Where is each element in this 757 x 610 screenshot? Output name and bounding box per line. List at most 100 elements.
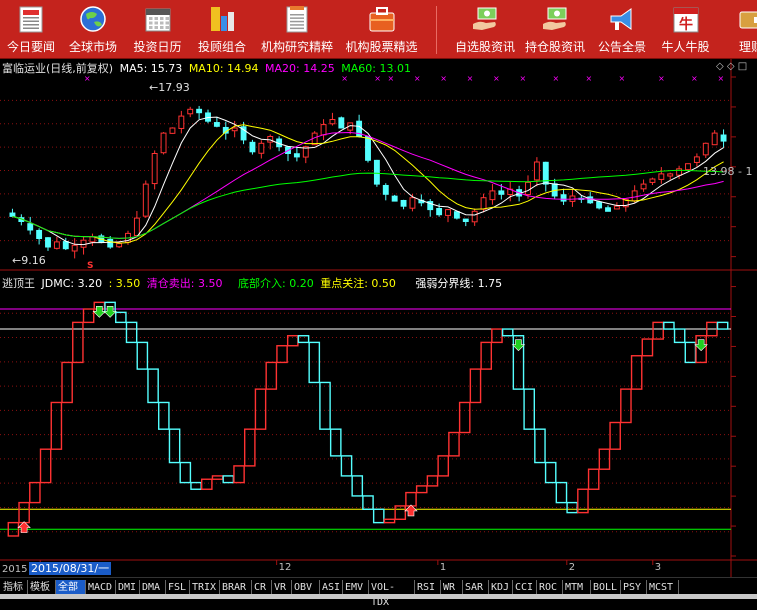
cross-marker: × xyxy=(440,74,447,83)
indicator-tab-obv[interactable]: OBV xyxy=(292,580,320,595)
kline-chart-area[interactable]: ××××××××××××××× 1121234 xyxy=(0,59,757,577)
price-candle xyxy=(160,132,167,155)
toolbar-button-label: 机构股票精选 xyxy=(345,40,418,54)
month-tick-label: 2 xyxy=(569,562,575,573)
newspaper-icon xyxy=(19,6,43,33)
indicator-tab-wr[interactable]: WR xyxy=(441,580,463,595)
briefcase-icon xyxy=(369,7,394,32)
ma60-label: MA60: 13.01 xyxy=(341,62,411,75)
price-candle xyxy=(169,127,176,134)
globe-icon xyxy=(80,6,106,32)
right-price-label: 13.98 - 1 xyxy=(703,165,753,178)
toolbar-button-2[interactable]: 全球市场 xyxy=(62,0,124,58)
indicator-tab-trix[interactable]: TRIX xyxy=(190,580,220,595)
toolbar-button-label: 投顾组合 xyxy=(197,40,246,54)
status-bar xyxy=(0,594,757,599)
indicator-tab-mcst[interactable]: MCST xyxy=(647,580,679,595)
toolbar-button-5[interactable]: 机构研究精粹 xyxy=(253,0,341,58)
price-candle xyxy=(391,194,398,202)
year-label: 2015 xyxy=(2,564,28,575)
stock-info-line: 富临运业(日线,前复权) MA5: 15.73 MA10: 14.94 MA20… xyxy=(2,62,411,75)
toolbar-button-label: 公告全景 xyxy=(597,40,646,54)
indicator-info-line: 逃顶王 JDMC: 3.20 : 3.50 清仓卖出: 3.50 底部介入: 0… xyxy=(2,277,502,290)
indicator-tab-roc[interactable]: ROC xyxy=(537,580,563,595)
cross-marker: × xyxy=(341,74,348,83)
megaphone-icon xyxy=(610,8,632,30)
toolbar-button-8[interactable]: 持仓股资讯 xyxy=(520,0,590,58)
month-tick-label: 12 xyxy=(279,562,292,573)
indicator-tab-emv[interactable]: EMV xyxy=(343,580,369,595)
month-tick-label: 1 xyxy=(440,562,446,573)
indicator-tab-sar[interactable]: SAR xyxy=(463,580,489,595)
indicator-tab-rsi[interactable]: RSI xyxy=(415,580,441,595)
signal-mark-label: S xyxy=(87,261,94,271)
toolbar-button-11[interactable]: 理财 xyxy=(717,0,757,58)
cross-marker: × xyxy=(691,74,698,83)
shrink-icon[interactable]: ◇ xyxy=(727,61,735,72)
expand-icon[interactable]: ◇ xyxy=(716,61,724,72)
indicator-tab-[interactable]: 模板 xyxy=(28,580,56,595)
toolbar-button-9[interactable]: 公告全景 xyxy=(590,0,654,58)
indicator-tab-kdj[interactable]: KDJ xyxy=(489,580,513,595)
calendar-icon xyxy=(145,8,170,32)
cross-marker: × xyxy=(84,74,91,83)
toolbar-button-7[interactable]: 自选股资讯 xyxy=(450,0,520,58)
cross-marker: × xyxy=(387,74,394,83)
money-hand-icon xyxy=(543,7,567,30)
indicator-tab-[interactable]: 指标 xyxy=(1,580,28,595)
toolbar-button-label: 理财 xyxy=(738,40,757,54)
indicator-tab-brar[interactable]: BRAR xyxy=(220,580,252,595)
indicator-tab-cr[interactable]: CR xyxy=(252,580,272,595)
indicator-tab-voltdx[interactable]: VOL-TDX xyxy=(369,580,415,608)
indicator-tab-dmi[interactable]: DMI xyxy=(116,580,140,595)
wallet-icon xyxy=(739,11,757,29)
toolbar-button-6[interactable]: 机构股票精选 xyxy=(341,0,422,58)
report-icon xyxy=(286,6,308,33)
bull-calendar-icon: 牛 xyxy=(673,7,698,33)
indicator-tab-psy[interactable]: PSY xyxy=(621,580,647,595)
toolbar-button-10[interactable]: 牛牛人牛股 xyxy=(654,0,717,58)
price-candle xyxy=(453,211,460,220)
indicator-tab-asi[interactable]: ASI xyxy=(320,580,343,595)
focus-label: 重点关注: 0.50 xyxy=(320,277,396,290)
bar-chart-icon xyxy=(211,7,234,31)
toolbar-button-4[interactable]: 投顾组合 xyxy=(191,0,253,58)
cross-marker: × xyxy=(493,74,500,83)
price-candle xyxy=(151,150,158,190)
stock-name: 富临运业(日线,前复权) xyxy=(2,62,114,75)
cross-marker: × xyxy=(618,74,625,83)
price-candle xyxy=(142,180,149,218)
money-hand-icon xyxy=(473,7,497,30)
cursor-date-label: 2015/08/31/一 xyxy=(29,562,112,575)
toolbar-button-1[interactable]: 今日要闻 xyxy=(0,0,62,58)
cross-marker: × xyxy=(374,74,381,83)
var-label: : 3.50 xyxy=(108,277,141,290)
indicator-tab-macd[interactable]: MACD xyxy=(86,580,116,595)
maximize-icon[interactable]: □ xyxy=(738,61,747,72)
indicator-tab-boll[interactable]: BOLL xyxy=(591,580,621,595)
indicator-tab-[interactable]: 全部 xyxy=(56,580,86,595)
ma20-label: MA20: 14.25 xyxy=(265,62,335,75)
indicator-tab-mtm[interactable]: MTM xyxy=(563,580,591,595)
panel-controls[interactable]: ◇ ◇ □ xyxy=(716,60,747,73)
indicator-tab-cci[interactable]: CCI xyxy=(513,580,537,595)
toolbar-button-label: 牛人牛股 xyxy=(661,40,710,54)
toolbar-button-label: 机构研究精粹 xyxy=(260,40,333,54)
price-candle xyxy=(685,163,691,171)
high-price-label: ←17.93 xyxy=(149,81,190,94)
indicator-tab-fsl[interactable]: FSL xyxy=(166,580,190,595)
indicator-tab-dma[interactable]: DMA xyxy=(140,580,166,595)
divider-label: 强弱分界线: 1.75 xyxy=(415,277,503,290)
indicator-tab-vr[interactable]: VR xyxy=(272,580,292,595)
toolbar-button-3[interactable]: 投资日历 xyxy=(124,0,191,58)
toolbar-button-label: 持仓股资讯 xyxy=(524,40,585,54)
month-tick-label: 3 xyxy=(655,562,661,573)
main-toolbar: 今日要闻 全球市场 投资日历 投顾组合 机构研究精粹 机构股票精选 自选股资讯 持仓股资讯 公告… xyxy=(0,0,757,59)
low-price-label: ←9.16 xyxy=(12,254,46,267)
sell-label: 清仓卖出: 3.50 xyxy=(146,277,223,290)
price-candle xyxy=(365,136,371,163)
cross-marker: × xyxy=(552,74,559,83)
cross-marker: × xyxy=(585,74,592,83)
price-candle xyxy=(338,116,345,129)
ma5-label: MA5: 15.73 xyxy=(119,62,183,75)
